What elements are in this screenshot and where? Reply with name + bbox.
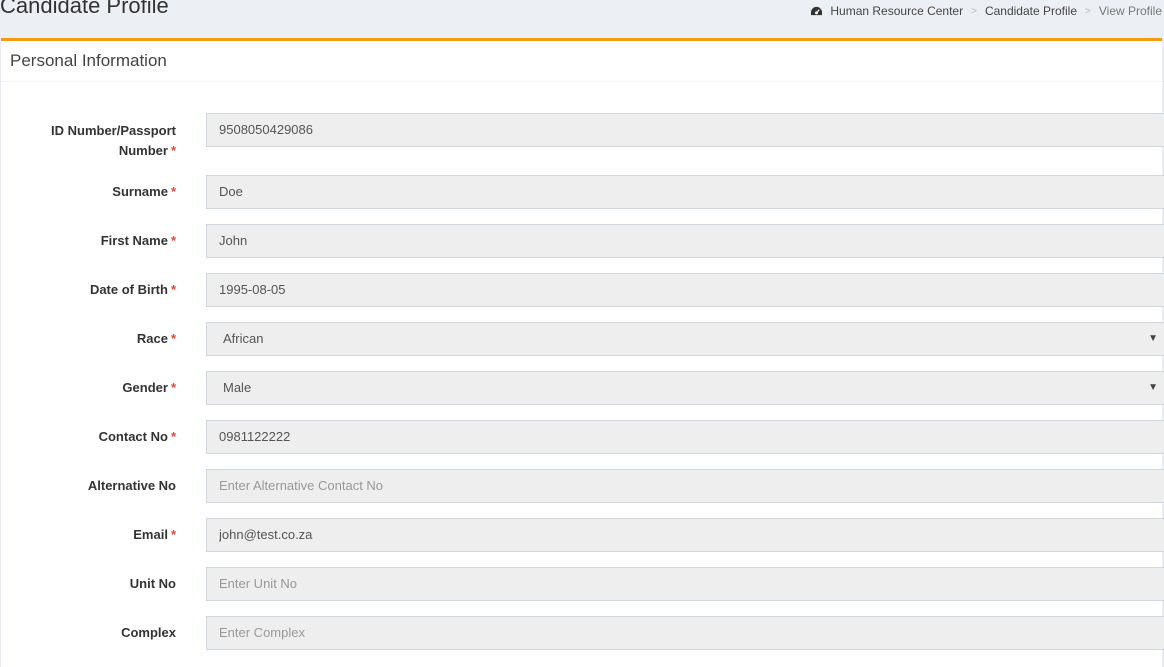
form-row-gender: Gender * Male ▼ xyxy=(1,371,1164,405)
date-of-birth-field[interactable] xyxy=(206,273,1164,307)
form-row-id-number: ID Number/Passport Number * xyxy=(1,113,1164,158)
dob-label: Date of Birth * xyxy=(89,282,176,297)
complex-placeholder: Enter Complex xyxy=(219,625,305,640)
required-asterisk: * xyxy=(170,527,176,542)
surname-field[interactable] xyxy=(206,175,1164,209)
form-row-email: Email * xyxy=(1,518,1164,552)
first-name-field[interactable] xyxy=(206,224,1164,258)
unit-no-placeholder: Enter Unit No xyxy=(219,576,298,591)
required-asterisk: * xyxy=(170,184,176,199)
required-asterisk: * xyxy=(170,282,176,297)
breadcrumb-separator: > xyxy=(971,5,977,17)
email-field[interactable] xyxy=(206,518,1164,552)
content-header: Candidate Profile Human Resource Center … xyxy=(0,0,1164,38)
first-name-label: First Name * xyxy=(100,233,176,248)
form-row-race: Race * African ▼ xyxy=(1,322,1164,356)
breadcrumb: Human Resource Center > Candidate Profil… xyxy=(810,4,1162,18)
personal-information-panel: Personal Information ID Number/Passport … xyxy=(1,38,1164,667)
breadcrumb-separator: > xyxy=(1085,5,1091,17)
required-asterisk: * xyxy=(170,429,176,444)
complex-field[interactable]: Enter Complex xyxy=(206,616,1164,650)
gender-selected-value: Male xyxy=(223,380,252,395)
breadcrumb-current: View Profile xyxy=(1098,4,1162,18)
form-row-complex: Complex Enter Complex xyxy=(1,616,1164,650)
chevron-down-icon: ▼ xyxy=(1148,382,1158,393)
breadcrumb-candidate-profile-link[interactable]: Candidate Profile xyxy=(985,4,1077,18)
dashboard-icon xyxy=(811,6,823,15)
race-label: Race * xyxy=(136,331,176,346)
required-asterisk: * xyxy=(170,143,176,158)
contact-no-field[interactable] xyxy=(206,420,1164,454)
required-asterisk: * xyxy=(170,233,176,248)
form-row-surname: Surname * xyxy=(1,175,1164,209)
form-row-dob: Date of Birth * xyxy=(1,273,1164,307)
alternative-no-placeholder: Enter Alternative Contact No xyxy=(219,478,384,493)
id-number-field[interactable] xyxy=(206,113,1164,147)
contact-no-label: Contact No * xyxy=(98,429,176,444)
form-row-first-name: First Name * xyxy=(1,224,1164,258)
chevron-down-icon: ▼ xyxy=(1148,333,1158,344)
breadcrumb-home-link[interactable]: Human Resource Center xyxy=(830,4,963,18)
unit-no-label: Unit No xyxy=(129,576,176,591)
form-row-unit-no: Unit No Enter Unit No xyxy=(1,567,1164,601)
unit-no-field[interactable]: Enter Unit No xyxy=(206,567,1164,601)
gender-select[interactable]: Male ▼ xyxy=(206,371,1164,405)
panel-header: Personal Information xyxy=(1,41,1162,82)
complex-label: Complex xyxy=(121,625,176,640)
page-title: Candidate Profile xyxy=(0,0,169,18)
form-row-alternative-no: Alternative No Enter Alternative Contact… xyxy=(1,469,1164,503)
alternative-no-label: Alternative No xyxy=(87,478,176,493)
surname-label: Surname * xyxy=(112,184,176,199)
form-row-contact-no: Contact No * xyxy=(1,420,1164,454)
required-asterisk: * xyxy=(170,380,176,395)
panel-title: Personal Information xyxy=(10,51,167,70)
gender-label: Gender * xyxy=(122,380,176,395)
email-label: Email * xyxy=(133,527,176,542)
race-select[interactable]: African ▼ xyxy=(206,322,1164,356)
race-selected-value: African xyxy=(223,331,264,346)
id-number-label: ID Number/Passport Number * xyxy=(51,123,176,158)
required-asterisk: * xyxy=(170,331,176,346)
alternative-no-field[interactable]: Enter Alternative Contact No xyxy=(206,469,1164,503)
